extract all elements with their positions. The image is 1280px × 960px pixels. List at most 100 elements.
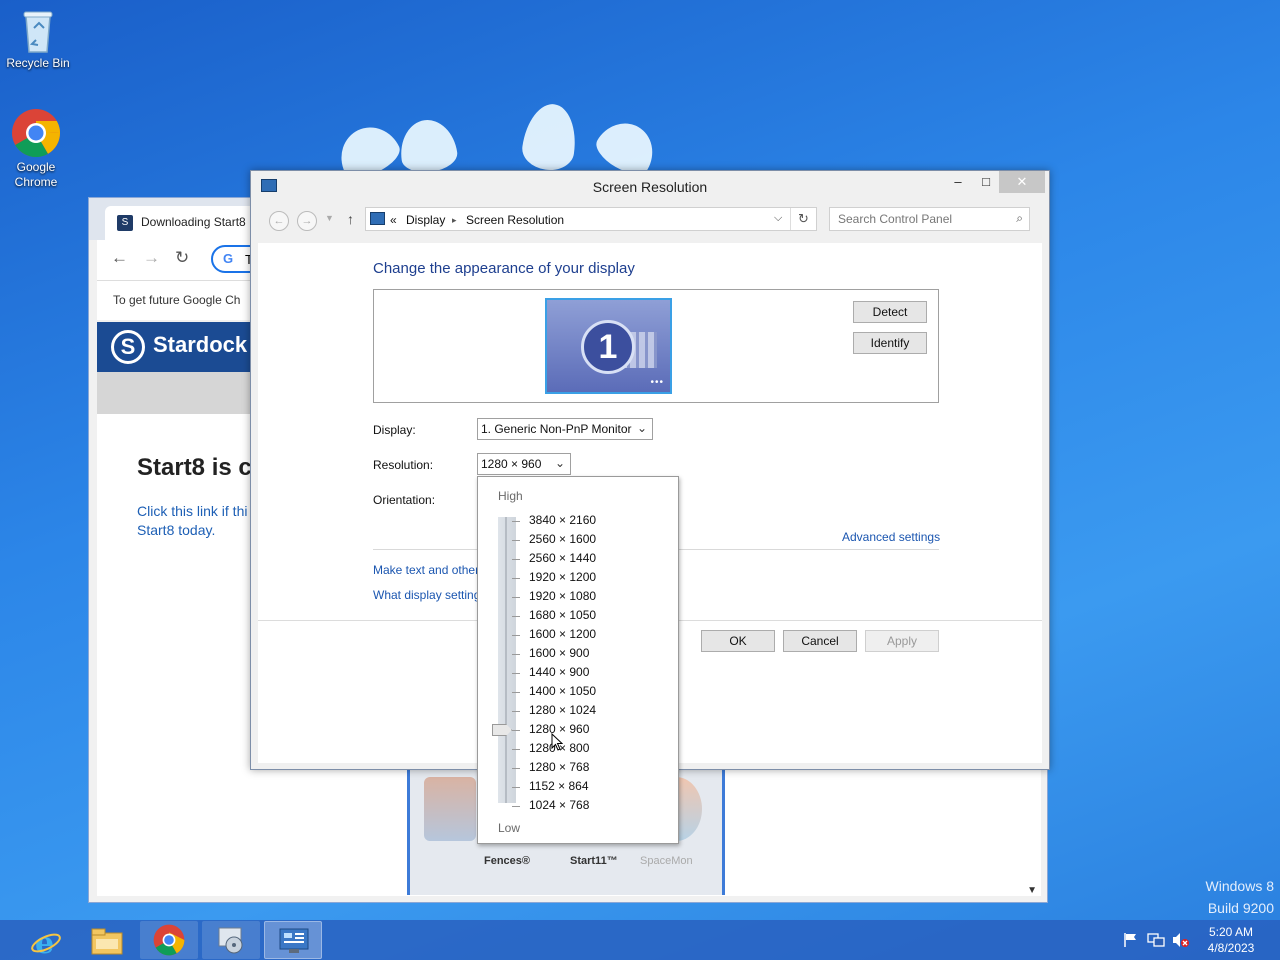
resolution-option[interactable]: 1600 × 1200 bbox=[529, 627, 596, 641]
display-settings-help-link[interactable]: What display setting bbox=[373, 588, 480, 602]
resolution-option[interactable]: 2560 × 1440 bbox=[529, 551, 596, 565]
chrome-icon bbox=[11, 108, 61, 158]
slider-tick bbox=[512, 635, 520, 636]
taskbar-internet-explorer[interactable]: e bbox=[16, 921, 74, 959]
resolution-label: Resolution: bbox=[373, 458, 434, 472]
slider-tick bbox=[512, 597, 520, 598]
page-title: Change the appearance of your display bbox=[373, 260, 635, 277]
clock-time: 5:20 AM bbox=[1208, 925, 1254, 939]
resolution-option[interactable]: 1280 × 1024 bbox=[529, 703, 596, 717]
resolution-slider-popup: High 3840 × 2160 2560 × 1600 2560 × 1440 19… bbox=[477, 476, 679, 844]
forward-button[interactable]: → bbox=[297, 211, 317, 231]
page-link-text[interactable]: Click this link if thi Start8 today. bbox=[137, 502, 253, 540]
stardock-favicon-icon: S bbox=[117, 215, 133, 231]
display-select[interactable]: 1. Generic Non-PnP Monitor ⌄ bbox=[477, 418, 653, 440]
resolution-option[interactable]: 1152 × 864 bbox=[529, 779, 589, 793]
apply-button[interactable]: Apply bbox=[865, 630, 939, 652]
refresh-icon[interactable]: ↻ bbox=[790, 208, 816, 230]
address-bar[interactable]: « Display ▸ Screen Resolution ⌵ ↻ bbox=[365, 207, 817, 231]
maximize-button[interactable]: □ bbox=[975, 171, 997, 193]
up-arrow-icon[interactable]: ↑ bbox=[347, 211, 354, 227]
title-bar: Screen Resolution – □ ✕ bbox=[251, 171, 1049, 201]
banner-nav-bar bbox=[97, 372, 257, 414]
minimize-button[interactable]: – bbox=[947, 171, 969, 193]
detect-button[interactable]: Detect bbox=[853, 301, 927, 323]
chevron-down-icon: ⌄ bbox=[636, 421, 647, 435]
banner-text: Stardock bbox=[153, 332, 248, 357]
slider-tick bbox=[512, 654, 520, 655]
make-text-larger-link[interactable]: Make text and other bbox=[373, 563, 479, 577]
search-input[interactable]: Search Control Panel ⌕ bbox=[829, 207, 1030, 231]
forward-arrow-icon[interactable]: → bbox=[143, 248, 160, 268]
breadcrumb-screen-resolution[interactable]: Screen Resolution bbox=[466, 213, 564, 227]
browser-tab-title: Downloading Start8 bbox=[141, 215, 246, 229]
low-label: Low bbox=[498, 821, 521, 835]
slider-tick bbox=[512, 521, 520, 522]
desktop-icon-recycle-bin[interactable]: Recycle Bin bbox=[0, 8, 76, 71]
desktop-icon-google-chrome[interactable]: Google Chrome bbox=[0, 108, 74, 190]
action-center-flag-icon[interactable] bbox=[1123, 932, 1139, 951]
close-button[interactable]: ✕ bbox=[999, 171, 1045, 193]
resolution-option[interactable]: 1280 × 768 bbox=[529, 760, 589, 774]
monitor-dots-decoration: ••• bbox=[650, 377, 664, 388]
watermark-line: Windows 8 bbox=[1205, 878, 1274, 894]
slider-tick bbox=[512, 692, 520, 693]
resolution-option[interactable]: 1600 × 900 bbox=[529, 646, 589, 660]
clock-date: 4/8/2023 bbox=[1207, 941, 1255, 955]
slider-tick bbox=[512, 711, 520, 712]
clock[interactable]: 5:20 AM 4/8/2023 bbox=[1196, 924, 1266, 956]
taskbar-installer[interactable] bbox=[202, 921, 260, 959]
browser-tab[interactable]: S Downloading Start8 bbox=[105, 206, 255, 240]
resolution-option[interactable]: 3840 × 2160 bbox=[529, 513, 596, 527]
orientation-label: Orientation: bbox=[373, 493, 436, 507]
scroll-down-arrow-icon[interactable]: ▼ bbox=[1027, 885, 1037, 896]
resolution-option[interactable]: 1024 × 768 bbox=[529, 798, 589, 812]
taskbar: e 5:20 AM 4/8/2023 bbox=[0, 920, 1280, 960]
taskbar-control-panel[interactable] bbox=[264, 921, 322, 959]
breadcrumb-display[interactable]: Display bbox=[406, 213, 445, 227]
windows-build-watermark: Windows 8 Build 9200 bbox=[1206, 875, 1274, 919]
chevron-down-icon: ⌄ bbox=[554, 456, 565, 470]
search-icon: ⌕ bbox=[1016, 211, 1023, 225]
network-icon[interactable] bbox=[1147, 932, 1165, 951]
resolution-select[interactable]: 1280 × 960 ⌄ bbox=[477, 453, 571, 475]
recent-pages-chevron-icon[interactable]: ▼ bbox=[325, 213, 334, 223]
chrome-icon bbox=[153, 924, 185, 956]
monitor-1-icon[interactable]: 1 ••• bbox=[545, 298, 672, 394]
resolution-option[interactable]: 1920 × 1200 bbox=[529, 570, 596, 584]
reload-icon[interactable]: ↻ bbox=[175, 248, 189, 268]
watermark-line: Build 9200 bbox=[1207, 900, 1274, 916]
resolution-option[interactable]: 1400 × 1050 bbox=[529, 684, 596, 698]
display-select-value: 1. Generic Non-PnP Monitor bbox=[481, 422, 632, 436]
slider-tick bbox=[512, 559, 520, 560]
cancel-button[interactable]: Cancel bbox=[783, 630, 857, 652]
ok-button[interactable]: OK bbox=[701, 630, 775, 652]
volume-muted-icon[interactable] bbox=[1172, 932, 1190, 951]
app-label-start11[interactable]: Start11™ bbox=[570, 855, 618, 867]
address-dropdown-chevron-icon[interactable]: ⌵ bbox=[774, 212, 782, 225]
resolution-option[interactable]: 1440 × 900 bbox=[529, 665, 589, 679]
app-label-fences[interactable]: Fences® bbox=[484, 855, 530, 867]
app-label-spacemonger[interactable]: SpaceMon bbox=[640, 855, 693, 867]
link-line: Start8 today. bbox=[137, 522, 216, 538]
resolution-option[interactable]: 2560 × 1600 bbox=[529, 532, 596, 546]
identify-button[interactable]: Identify bbox=[853, 332, 927, 354]
taskbar-chrome[interactable] bbox=[140, 921, 198, 959]
mouse-cursor-icon bbox=[551, 733, 563, 751]
resolution-select-value: 1280 × 960 bbox=[481, 457, 542, 471]
advanced-settings-link[interactable]: Advanced settings bbox=[842, 530, 940, 544]
breadcrumb-overflow[interactable]: « bbox=[390, 213, 397, 227]
search-placeholder: Search Control Panel bbox=[838, 212, 953, 226]
wallpaper-petal bbox=[396, 116, 460, 176]
resolution-option[interactable]: 1680 × 1050 bbox=[529, 608, 596, 622]
window-title: Screen Resolution bbox=[592, 179, 708, 195]
stardock-banner: S Stardock bbox=[97, 322, 257, 372]
taskbar-file-explorer[interactable] bbox=[78, 921, 136, 959]
back-arrow-icon[interactable]: ← bbox=[111, 248, 128, 268]
back-button[interactable]: ← bbox=[269, 211, 289, 231]
slider-tick bbox=[512, 768, 520, 769]
desktop-icon-label: Google Chrome bbox=[14, 160, 58, 189]
resolution-option[interactable]: 1920 × 1080 bbox=[529, 589, 596, 603]
breadcrumb-separator-icon[interactable]: ▸ bbox=[452, 215, 457, 226]
control-panel-small-icon bbox=[370, 212, 385, 225]
